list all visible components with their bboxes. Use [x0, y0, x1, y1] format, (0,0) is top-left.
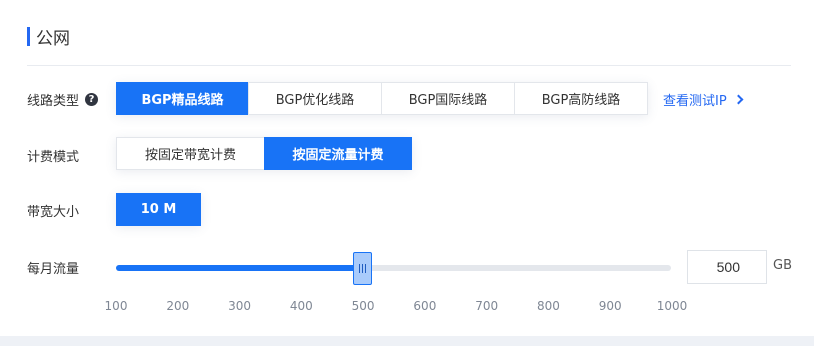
slider-tick-label: 500: [351, 299, 375, 313]
line-type-option-bgp-optimized[interactable]: BGP优化线路: [248, 82, 382, 115]
slider-grip-icon: [364, 264, 366, 273]
bandwidth-label: 带宽大小: [27, 204, 80, 220]
slider-grip-icon: [358, 264, 360, 273]
line-type-option-bgp-ddos[interactable]: BGP高防线路: [514, 82, 648, 115]
section-divider: [27, 65, 791, 66]
help-icon[interactable]: ?: [85, 92, 99, 106]
title-accent-bar: [27, 26, 30, 46]
billing-label: 计费模式: [27, 149, 80, 165]
chevron-right-icon: [733, 94, 744, 104]
slider-tick-label: 200: [166, 299, 190, 313]
slider-tick-label: 100: [104, 299, 128, 313]
view-test-ip-label: 查看测试IP: [663, 93, 727, 109]
billing-mode-selector: 按固定带宽计费 按固定流量计费: [116, 137, 412, 170]
line-type-selector: BGP精品线路 BGP优化线路 BGP国际线路 BGP高防线路: [116, 82, 648, 115]
traffic-value-input[interactable]: [687, 250, 767, 284]
slider-tick-label: 300: [228, 299, 251, 313]
slider-tick-label: 400: [289, 299, 313, 313]
bandwidth-option-10m[interactable]: 10 M: [116, 193, 201, 226]
monthly-traffic-label: 每月流量: [27, 261, 80, 277]
section-title-text: 公网: [36, 28, 70, 49]
public-network-panel: 公网 线路类型 ? BGP精品线路 BGP优化线路 BGP国际线路 BGP高防线…: [0, 0, 814, 336]
traffic-unit: GB: [773, 258, 792, 273]
traffic-slider-fill: [116, 265, 363, 271]
view-test-ip-link[interactable]: 查看测试IP: [663, 89, 744, 109]
line-type-label: 线路类型: [27, 93, 80, 109]
slider-tick-label: 700: [475, 299, 499, 313]
line-type-label-group: 线路类型 ?: [27, 89, 99, 109]
line-type-option-bgp-international[interactable]: BGP国际线路: [381, 82, 515, 115]
line-type-option-bgp-premium[interactable]: BGP精品线路: [116, 82, 249, 115]
slider-grip-icon: [361, 264, 363, 273]
bandwidth-selector: 10 M: [116, 193, 201, 226]
slider-tick-label: 600: [413, 299, 437, 313]
traffic-slider-handle[interactable]: [352, 252, 372, 285]
slider-tick-label: 800: [536, 299, 560, 313]
slider-tick-label: 900: [598, 299, 622, 313]
slider-tick-label: 1000: [656, 299, 688, 313]
billing-option-fixed-bandwidth[interactable]: 按固定带宽计费: [116, 137, 265, 170]
billing-option-fixed-traffic[interactable]: 按固定流量计费: [264, 137, 412, 170]
traffic-slider-track[interactable]: [116, 265, 671, 271]
section-title: 公网: [27, 25, 70, 49]
